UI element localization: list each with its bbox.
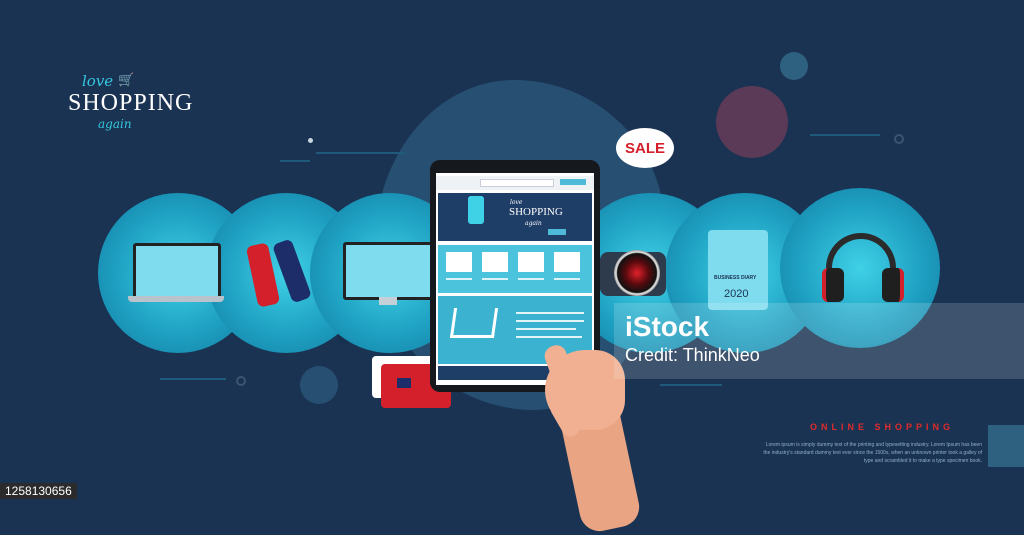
hero-love: love: [510, 199, 523, 206]
deco-dot: [894, 134, 904, 144]
card-chip: [397, 378, 411, 388]
sale-bubble: SALE: [616, 128, 674, 168]
deco-dot: [308, 138, 313, 143]
laptop-base: [128, 296, 224, 302]
product-tile-phone[interactable]: [554, 252, 580, 272]
deco-dash: [660, 384, 722, 386]
image-id: 1258130656: [0, 483, 77, 499]
shopping-cart-icon: 🛒: [118, 72, 135, 87]
product-caption: [482, 278, 508, 280]
monitor-icon: [343, 242, 437, 300]
product-caption: [554, 278, 580, 280]
hero-again: again: [525, 220, 542, 227]
deco-dot: [780, 52, 808, 80]
product-caption: [518, 278, 544, 280]
product-caption: [446, 278, 472, 280]
logo-title: SHOPPING: [68, 90, 194, 116]
promo-text-line: [516, 320, 584, 322]
headphones-left-cup: [822, 268, 844, 302]
logo-love: love: [82, 72, 114, 90]
product-tile-headphones[interactable]: [482, 252, 508, 272]
deco-square: [988, 425, 1024, 467]
deco-dot: [300, 366, 338, 404]
deco-dash: [160, 378, 226, 380]
deco-dot: [716, 86, 788, 158]
logo-again: again: [98, 117, 132, 131]
deco-dash: [316, 152, 406, 154]
watermark-credit: Credit: ThinkNeo: [625, 345, 760, 365]
product-tile-usb[interactable]: [518, 252, 544, 272]
product-tile-camera[interactable]: [446, 252, 472, 272]
deco-dash: [810, 134, 880, 136]
phone-icon: [468, 196, 484, 224]
shopping-cart-icon: [449, 308, 499, 338]
hero-title: SHOPPING: [509, 206, 563, 218]
online-shopping-body: Lorem ipsum is simply dummy text of the …: [763, 442, 982, 464]
laptop-icon: [133, 243, 221, 301]
online-shopping-title: ONLINE SHOPPING: [810, 422, 955, 432]
hero-button[interactable]: [548, 229, 566, 235]
watermark-logo: iStock: [625, 311, 710, 342]
deco-dash: [280, 160, 310, 162]
promo-text-line: [516, 312, 584, 314]
search-button[interactable]: [560, 179, 586, 185]
url-input[interactable]: [480, 179, 554, 187]
monitor-stand: [379, 297, 397, 305]
headphones-right-cup: [882, 268, 904, 302]
promo-text-line: [516, 328, 576, 330]
diary-title: BUSINESS DIARY: [714, 275, 757, 281]
deco-dot: [236, 376, 246, 386]
diary-year: 2020: [724, 288, 749, 300]
camera-lens: [614, 250, 660, 296]
promo-text-line: [516, 336, 582, 338]
